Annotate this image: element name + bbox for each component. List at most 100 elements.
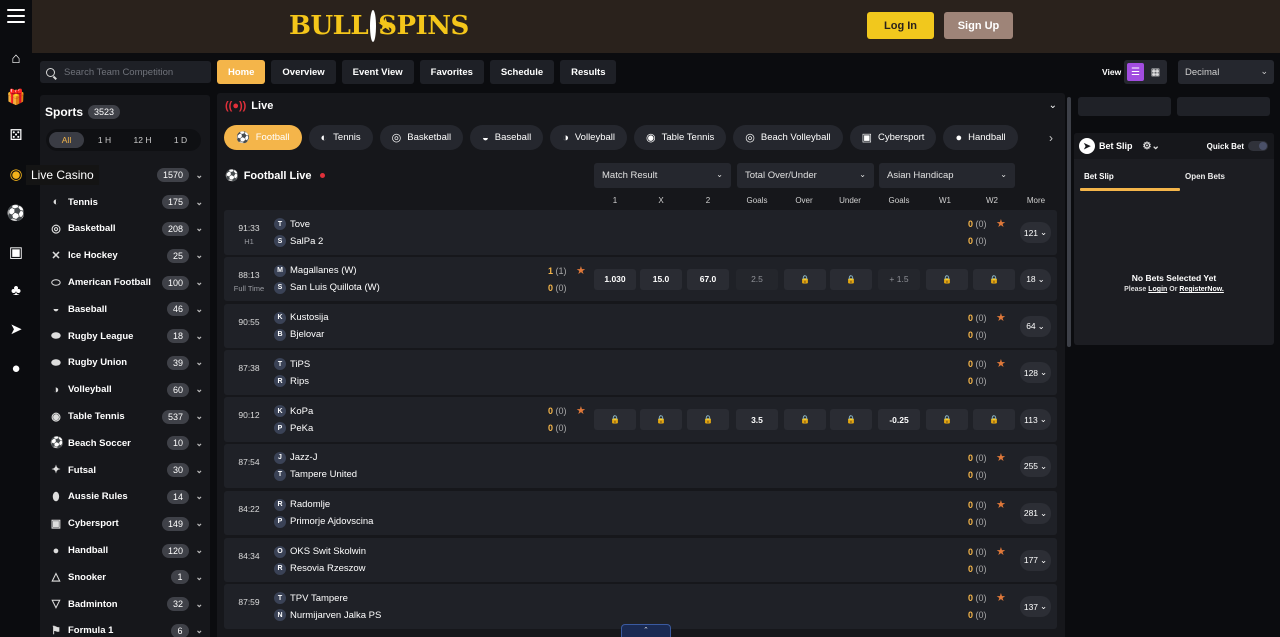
signup-button[interactable]: Sign Up xyxy=(944,12,1013,39)
chevron-down-icon[interactable]: ⌄ xyxy=(195,384,203,395)
brand-logo[interactable]: BULL SPINS xyxy=(289,8,469,44)
match-row[interactable]: 87:59 T TPV Tampere N Nurmijarven Jalka PS 0 … xyxy=(224,584,1057,629)
home-team[interactable]: T TiPS xyxy=(274,358,310,371)
sport-chip[interactable]: ● Handball xyxy=(943,125,1018,150)
home-icon[interactable]: ⌂ xyxy=(5,47,27,69)
chevron-down-icon[interactable]: ⌄ xyxy=(195,545,203,556)
odds-button[interactable]: -0.25 xyxy=(878,409,920,431)
away-team[interactable]: P Primorje Ajdovscina xyxy=(274,515,373,528)
sport-chip[interactable]: ◐ Tennis xyxy=(308,125,373,150)
chevron-down-icon[interactable]: ⌄ xyxy=(195,438,203,449)
market-select-total[interactable]: Total Over/Under ⌄ xyxy=(737,163,874,188)
gear-icon[interactable]: ⚙⌄ xyxy=(1143,141,1160,152)
more-markets-button[interactable]: 281 ⌄ xyxy=(1020,502,1051,524)
match-row[interactable]: 84:22 R Radomlje P Primorje Ajdovscina 0 (0) 0… xyxy=(224,490,1057,536)
sidebar-item-sport[interactable]: ✕ Ice Hockey 25 ⌄ xyxy=(50,242,205,269)
chevron-down-icon[interactable]: ⌄ xyxy=(195,250,203,261)
chevron-down-icon[interactable]: ⌄ xyxy=(195,572,203,583)
sidebar-item-sport[interactable]: ⚑ Formula 1 6 ⌄ xyxy=(50,618,205,637)
match-row[interactable]: 88:13 Full Time M Magallanes (W) S San Luis Q… xyxy=(224,256,1057,302)
home-team[interactable]: R Radomlje xyxy=(274,498,330,511)
chevron-down-icon[interactable]: ⌄ xyxy=(195,491,203,502)
match-row[interactable]: 87:54 J Jazz-J T Tampere United 0 (0) 0 (0) ★ 25… xyxy=(224,443,1057,489)
away-team[interactable]: P PeKa xyxy=(274,422,313,435)
home-team[interactable]: K Kustosija xyxy=(274,311,329,324)
home-team[interactable]: T Tove xyxy=(274,218,310,230)
chevron-down-icon[interactable]: ⌄ xyxy=(195,599,203,610)
more-markets-button[interactable]: 137 ⌄ xyxy=(1020,596,1051,618)
sidebar-item-sport[interactable]: ⬬ Rugby Union 39 ⌄ xyxy=(50,350,205,377)
favorite-star-icon[interactable]: ★ xyxy=(996,311,1006,324)
sidebar-item-sport[interactable]: ⬬ Rugby League 18 ⌄ xyxy=(50,323,205,350)
tab-bet-slip[interactable]: Bet Slip xyxy=(1084,172,1114,181)
search-input[interactable]: Search Team Competition xyxy=(40,61,211,83)
gift-icon[interactable]: 🎁 xyxy=(5,86,27,108)
tab-home[interactable]: Home xyxy=(217,60,266,84)
favorite-star-icon[interactable]: ★ xyxy=(996,451,1006,464)
match-row[interactable]: 90:12 K KoPa P PeKa 0 (0) 0 (0) ★ 113 ⌄ 🔒 🔒 🔒 3.5 🔒 🔒 -0… xyxy=(224,397,1057,442)
odds-format-select[interactable]: Decimal ⌄ xyxy=(1178,60,1274,84)
sport-chip[interactable]: ◎ Basketball xyxy=(379,125,464,150)
time-filter-1d[interactable]: 1 D xyxy=(163,132,198,148)
time-filter-1h[interactable]: 1 H xyxy=(87,132,122,148)
market-select-match-result[interactable]: Match Result ⌄ xyxy=(594,163,731,188)
soccer-ball-icon[interactable]: ⚽ xyxy=(5,202,27,224)
favorite-star-icon[interactable]: ★ xyxy=(996,357,1006,370)
sidebar-item-sport[interactable]: ◑ Volleyball 60 ⌄ xyxy=(50,376,205,403)
chevron-down-icon[interactable]: ⌄ xyxy=(1049,100,1057,111)
tab-favorites[interactable]: Favorites xyxy=(419,60,484,84)
home-team[interactable]: K KoPa xyxy=(274,405,313,418)
match-row[interactable]: 91:33 H1 T Tove S SalPa 20 (0) 0 (0) ★ 121 ⌄ xyxy=(224,210,1057,255)
away-team[interactable]: S SalPa 2 xyxy=(274,235,323,247)
odds-button[interactable]: 67.0 xyxy=(687,268,729,290)
favorite-star-icon[interactable]: ★ xyxy=(996,217,1006,230)
chevron-down-icon[interactable]: ⌄ xyxy=(195,223,203,234)
chevron-down-icon[interactable]: ⌄ xyxy=(195,304,203,315)
scrollbar[interactable] xyxy=(1067,93,1071,637)
chevron-down-icon[interactable]: ⌄ xyxy=(195,277,203,288)
odds-button[interactable]: 3.5 xyxy=(736,409,778,431)
sport-chip[interactable]: ◎ Beach Volleyball xyxy=(733,125,843,150)
more-markets-button[interactable]: 121 ⌄ xyxy=(1020,222,1051,243)
sport-chip[interactable]: ▣ Cybersport xyxy=(849,125,937,150)
match-row[interactable]: 84:34 O OKS Swit Skolwin R Resovia Rzeszow 0 … xyxy=(224,537,1057,583)
chevron-down-icon[interactable]: ⌄ xyxy=(195,625,203,636)
more-markets-button[interactable]: 64 ⌄ xyxy=(1020,315,1051,337)
more-markets-button[interactable]: 128 ⌄ xyxy=(1020,362,1051,384)
away-team[interactable]: N Nurmijarven Jalka PS xyxy=(274,609,381,622)
sidebar-item-sport[interactable]: ◉ Table Tennis 537 ⌄ xyxy=(50,403,205,430)
sidebar-item-sport[interactable]: ◎ Basketball 208 ⌄ xyxy=(50,216,205,243)
sidebar-item-sport[interactable]: ▣ Cybersport 149 ⌄ xyxy=(50,510,205,537)
sidebar-item-sport[interactable]: ✦ Futsal 30 ⌄ xyxy=(50,457,205,484)
chevron-down-icon[interactable]: ⌄ xyxy=(195,465,203,476)
live-casino-icon[interactable]: ◉ xyxy=(5,163,27,185)
time-filter-12h[interactable]: 12 H xyxy=(125,132,160,148)
sidebar-item-sport[interactable]: ⬭ American Football 100 ⌄ xyxy=(50,269,205,296)
sport-chip[interactable]: ◑ Volleyball xyxy=(550,125,627,150)
sport-chip[interactable]: ◉ Table Tennis xyxy=(634,125,727,150)
away-team[interactable]: S San Luis Quillota (W) xyxy=(274,281,380,294)
chevron-down-icon[interactable]: ⌄ xyxy=(195,411,203,422)
tab-event-view[interactable]: Event View xyxy=(341,60,414,84)
sidebar-item-sport[interactable]: ▽ Badminton 32 ⌄ xyxy=(50,591,205,618)
sidebar-item-sport[interactable]: ⬮ Aussie Rules 14 ⌄ xyxy=(50,484,205,511)
home-team[interactable]: T TPV Tampere xyxy=(274,592,348,605)
sport-chip[interactable]: ⚽ Football xyxy=(224,125,302,150)
tab-results[interactable]: Results xyxy=(560,60,617,84)
grid-view-icon[interactable]: ▦ xyxy=(1147,63,1164,81)
tv-icon[interactable]: ▣ xyxy=(5,241,27,263)
chevron-down-icon[interactable]: ⌄ xyxy=(195,170,203,181)
more-markets-button[interactable]: 255 ⌄ xyxy=(1020,455,1051,477)
chevron-down-icon[interactable]: ⌄ xyxy=(195,518,203,529)
chevron-right-icon[interactable]: › xyxy=(1049,131,1053,145)
register-link[interactable]: RegisterNow. xyxy=(1179,286,1223,293)
scrollbar-thumb[interactable] xyxy=(1067,97,1071,347)
away-team[interactable]: R Resovia Rzeszow xyxy=(274,562,366,575)
quick-bet-toggle[interactable] xyxy=(1248,141,1268,151)
tab-overview[interactable]: Overview xyxy=(271,60,336,84)
time-filter-all[interactable]: All xyxy=(49,132,84,148)
odds-button[interactable]: + 1.5 xyxy=(878,268,920,290)
chat-icon[interactable]: ● xyxy=(5,357,27,379)
sidebar-item-sport[interactable]: ◐ Tennis 175 ⌄ xyxy=(50,189,205,216)
more-markets-button[interactable]: 177 ⌄ xyxy=(1020,549,1051,571)
